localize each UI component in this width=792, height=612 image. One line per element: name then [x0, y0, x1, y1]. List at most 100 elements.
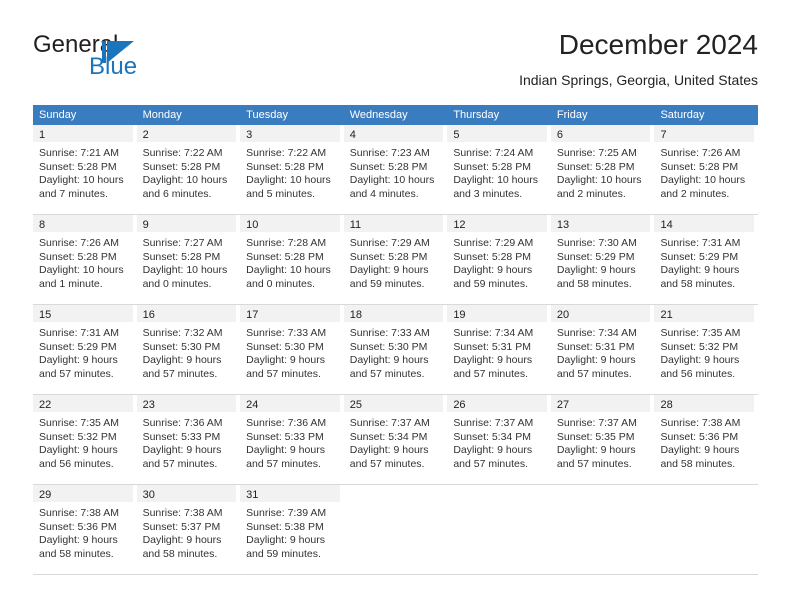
day-cell[interactable]: 1 Sunrise: 7:21 AM Sunset: 5:28 PM Daylight…	[33, 125, 137, 214]
day-number-band: 28	[654, 395, 755, 412]
day-details: Sunrise: 7:38 AM Sunset: 5:37 PM Daylight:…	[137, 502, 237, 561]
sunset-time: Sunset: 5:37 PM	[142, 520, 221, 533]
day-number-band: 31	[240, 485, 340, 502]
day-details: Sunrise: 7:38 AM Sunset: 5:36 PM Daylight:…	[33, 502, 133, 561]
daylight-duration-line2: and 57 minutes.	[453, 367, 529, 380]
day-number: 14	[660, 219, 673, 231]
day-details: Sunrise: 7:31 AM Sunset: 5:29 PM Daylight:…	[33, 322, 133, 381]
daylight-duration-line1: Daylight: 9 hours	[39, 444, 118, 456]
day-details: Sunrise: 7:23 AM Sunset: 5:28 PM Daylight:…	[344, 142, 444, 201]
daylight-duration-line2: and 57 minutes.	[349, 367, 425, 380]
sunset-time: Sunset: 5:33 PM	[142, 430, 221, 443]
sunset-time: Sunset: 5:30 PM	[349, 340, 428, 353]
daylight-duration-line1: Daylight: 9 hours	[556, 354, 636, 366]
day-cell[interactable]: 17 Sunrise: 7:33 AM Sunset: 5:30 PM Dayligh…	[240, 305, 344, 394]
day-cell[interactable]: 11 Sunrise: 7:29 AM Sunset: 5:28 PM Dayligh…	[343, 215, 448, 304]
daylight-duration-line2: and 58 minutes.	[142, 547, 218, 560]
day-cell[interactable]: 19 Sunrise: 7:34 AM Sunset: 5:31 PM Dayligh…	[447, 305, 551, 394]
day-cell[interactable]: 31 Sunrise: 7:39 AM Sunset: 5:38 PM Dayligh…	[240, 485, 344, 574]
daylight-duration-line1: Daylight: 9 hours	[39, 534, 118, 546]
page-header: General Blue December 2024 Indian Spring…	[33, 28, 758, 98]
daylight-duration-line2: and 57 minutes.	[246, 367, 321, 380]
day-number: 8	[39, 219, 46, 231]
daylight-duration-line2: and 58 minutes.	[556, 277, 632, 290]
day-cell[interactable]: 24 Sunrise: 7:36 AM Sunset: 5:33 PM Dayligh…	[240, 395, 344, 484]
day-cell[interactable]: 30 Sunrise: 7:38 AM Sunset: 5:37 PM Dayligh…	[136, 485, 241, 574]
day-details: Sunrise: 7:25 AM Sunset: 5:28 PM Daylight:…	[551, 142, 651, 201]
day-cell[interactable]: 27 Sunrise: 7:37 AM Sunset: 5:35 PM Dayligh…	[550, 395, 655, 484]
day-cell[interactable]: 15 Sunrise: 7:31 AM Sunset: 5:29 PM Dayligh…	[33, 305, 137, 394]
day-number: 2	[142, 129, 149, 141]
sunrise-time: Sunrise: 7:25 AM	[556, 147, 637, 159]
day-cell[interactable]: 9 Sunrise: 7:27 AM Sunset: 5:28 PM Daylight…	[136, 215, 241, 304]
day-cell[interactable]: 3 Sunrise: 7:22 AM Sunset: 5:28 PM Daylight…	[240, 125, 344, 214]
day-cell[interactable]: 7 Sunrise: 7:26 AM Sunset: 5:28 PM Daylight…	[654, 125, 758, 214]
day-cell[interactable]: 14 Sunrise: 7:31 AM Sunset: 5:29 PM Dayligh…	[654, 215, 758, 304]
day-cell[interactable]: 20 Sunrise: 7:34 AM Sunset: 5:31 PM Dayligh…	[550, 305, 655, 394]
day-cell[interactable]: 25 Sunrise: 7:37 AM Sunset: 5:34 PM Dayligh…	[343, 395, 448, 484]
sunset-time: Sunset: 5:28 PM	[142, 250, 221, 263]
daylight-duration-line2: and 2 minutes.	[660, 187, 730, 200]
day-details: Sunrise: 7:35 AM Sunset: 5:32 PM Daylight:…	[33, 412, 133, 471]
daylight-duration-line1: Daylight: 9 hours	[246, 534, 325, 546]
day-cell[interactable]: 5 Sunrise: 7:24 AM Sunset: 5:28 PM Daylight…	[447, 125, 551, 214]
day-cell[interactable]: 18 Sunrise: 7:33 AM Sunset: 5:30 PM Dayligh…	[343, 305, 448, 394]
day-number-band: 5	[447, 125, 547, 142]
day-details: Sunrise: 7:22 AM Sunset: 5:28 PM Daylight:…	[137, 142, 237, 201]
day-number: 16	[142, 309, 155, 321]
sunrise-time: Sunrise: 7:37 AM	[556, 417, 637, 429]
day-details: Sunrise: 7:27 AM Sunset: 5:28 PM Daylight:…	[137, 232, 237, 291]
logo-text-blue: Blue	[89, 53, 138, 80]
daylight-duration-line2: and 3 minutes.	[453, 187, 523, 200]
day-cell[interactable]: 23 Sunrise: 7:36 AM Sunset: 5:33 PM Dayligh…	[136, 395, 241, 484]
day-cell[interactable]: 13 Sunrise: 7:30 AM Sunset: 5:29 PM Dayligh…	[550, 215, 655, 304]
daylight-duration-line1: Daylight: 9 hours	[246, 444, 325, 456]
day-number-band: 3	[240, 125, 340, 142]
day-cell[interactable]: 21 Sunrise: 7:35 AM Sunset: 5:32 PM Dayligh…	[654, 305, 758, 394]
sunset-time: Sunset: 5:36 PM	[660, 430, 739, 443]
daylight-duration-line1: Daylight: 10 hours	[39, 264, 124, 276]
day-cell[interactable]: 6 Sunrise: 7:25 AM Sunset: 5:28 PM Daylight…	[550, 125, 655, 214]
day-cell[interactable]: 8 Sunrise: 7:26 AM Sunset: 5:28 PM Daylight…	[33, 215, 137, 304]
sunrise-time: Sunrise: 7:33 AM	[349, 327, 430, 339]
day-number-band: 27	[550, 395, 651, 412]
day-cell[interactable]: 22 Sunrise: 7:35 AM Sunset: 5:32 PM Dayligh…	[33, 395, 137, 484]
weekday-header-row: Sunday Monday Tuesday Wednesday Thursday Frid…	[33, 105, 758, 125]
day-cell[interactable]: 29 Sunrise: 7:38 AM Sunset: 5:36 PM Dayligh…	[33, 485, 137, 574]
sunrise-time: Sunrise: 7:26 AM	[39, 237, 119, 249]
day-cell[interactable]: 10 Sunrise: 7:28 AM Sunset: 5:28 PM Dayligh…	[240, 215, 344, 304]
day-cell[interactable]: 26 Sunrise: 7:37 AM Sunset: 5:34 PM Dayligh…	[447, 395, 551, 484]
day-details: Sunrise: 7:36 AM Sunset: 5:33 PM Daylight:…	[240, 412, 340, 471]
day-cell-empty	[447, 485, 551, 574]
day-details: Sunrise: 7:30 AM Sunset: 5:29 PM Daylight:…	[551, 232, 651, 291]
sunset-time: Sunset: 5:36 PM	[39, 520, 117, 533]
daylight-duration-line2: and 59 minutes.	[453, 277, 529, 290]
sunset-time: Sunset: 5:33 PM	[246, 430, 324, 443]
sunrise-time: Sunrise: 7:37 AM	[349, 417, 430, 429]
day-cell[interactable]: 28 Sunrise: 7:38 AM Sunset: 5:36 PM Dayligh…	[654, 395, 758, 484]
sunrise-time: Sunrise: 7:35 AM	[660, 327, 741, 339]
day-number: 22	[39, 399, 52, 411]
day-details: Sunrise: 7:39 AM Sunset: 5:38 PM Daylight:…	[240, 502, 340, 561]
sunrise-time: Sunrise: 7:33 AM	[246, 327, 327, 339]
general-blue-logo[interactable]: General Blue	[33, 32, 213, 84]
day-number-band	[551, 485, 651, 502]
day-cell[interactable]: 12 Sunrise: 7:29 AM Sunset: 5:28 PM Dayligh…	[447, 215, 551, 304]
day-cell[interactable]: 2 Sunrise: 7:22 AM Sunset: 5:28 PM Daylight…	[136, 125, 241, 214]
daylight-duration-line1: Daylight: 10 hours	[556, 174, 642, 186]
sunrise-time: Sunrise: 7:36 AM	[142, 417, 223, 429]
sunset-time: Sunset: 5:28 PM	[349, 250, 428, 263]
day-number: 21	[660, 309, 673, 321]
day-cell[interactable]: 16 Sunrise: 7:32 AM Sunset: 5:30 PM Dayligh…	[136, 305, 241, 394]
daylight-duration-line2: and 57 minutes.	[556, 457, 632, 470]
day-cell[interactable]: 4 Sunrise: 7:23 AM Sunset: 5:28 PM Daylight…	[343, 125, 448, 214]
sunset-time: Sunset: 5:30 PM	[246, 340, 324, 353]
weekday-header-monday: Monday	[142, 109, 182, 121]
daylight-duration-line1: Daylight: 9 hours	[142, 444, 222, 456]
daylight-duration-line1: Daylight: 9 hours	[453, 354, 533, 366]
calendar-week-row: 22 Sunrise: 7:35 AM Sunset: 5:32 PM Dayligh…	[33, 395, 758, 485]
sunset-time: Sunset: 5:38 PM	[246, 520, 324, 533]
daylight-duration-line2: and 6 minutes.	[142, 187, 212, 200]
sunset-time: Sunset: 5:32 PM	[39, 430, 117, 443]
daylight-duration-line1: Daylight: 10 hours	[660, 174, 746, 186]
